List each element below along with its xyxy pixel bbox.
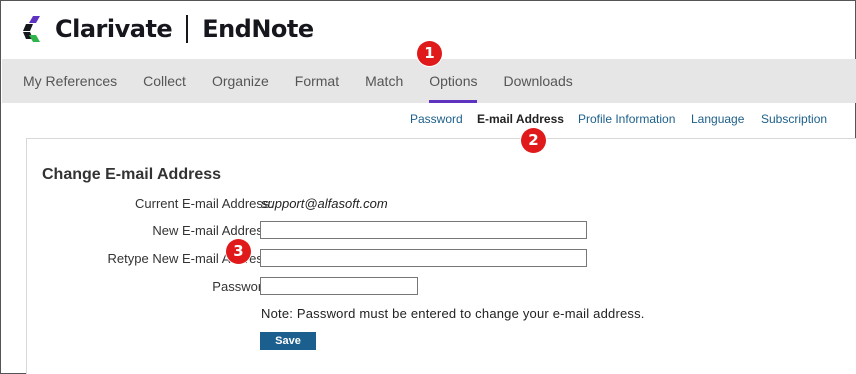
new-email-label: New E-mail Address: [152, 223, 273, 238]
current-email-value: support@alfasoft.com [261, 196, 388, 211]
subnav-subscription[interactable]: Subscription [761, 112, 827, 126]
brand-header: Clarivate EndNote [23, 11, 314, 47]
nav-downloads[interactable]: Downloads [503, 59, 572, 103]
nav-collect[interactable]: Collect [143, 59, 186, 103]
subnav-email-address[interactable]: E-mail Address [477, 112, 564, 126]
password-note: Note: Password must be entered to change… [261, 306, 645, 321]
subnav-profile-information[interactable]: Profile Information [578, 112, 675, 126]
options-subnav: Password E-mail Address Profile Informat… [1, 112, 856, 128]
subnav-language[interactable]: Language [691, 112, 744, 126]
step-marker-2: 2 [521, 128, 546, 153]
app-window: Clarivate EndNote My References Collect … [0, 0, 856, 374]
new-email-field[interactable] [260, 221, 587, 239]
nav-organize[interactable]: Organize [212, 59, 269, 103]
save-button[interactable]: Save [260, 332, 316, 350]
nav-match[interactable]: Match [365, 59, 403, 103]
step-marker-3: 3 [226, 239, 251, 264]
nav-options[interactable]: Options [429, 59, 478, 103]
password-field[interactable] [260, 277, 418, 295]
brand-divider [186, 15, 189, 43]
nav-format[interactable]: Format [295, 59, 339, 103]
nav-my-references[interactable]: My References [23, 59, 117, 103]
current-email-label: Current E-mail Address: [135, 196, 273, 211]
product-name: EndNote [202, 15, 314, 43]
change-email-panel: Change E-mail Address Current E-mail Add… [26, 138, 856, 374]
retype-email-field[interactable] [260, 249, 587, 267]
step-marker-1: 1 [417, 41, 442, 66]
page-title: Change E-mail Address [42, 166, 222, 183]
company-name: Clarivate [55, 15, 173, 43]
subnav-password[interactable]: Password [410, 112, 463, 126]
clarivate-logo-icon [23, 16, 40, 42]
